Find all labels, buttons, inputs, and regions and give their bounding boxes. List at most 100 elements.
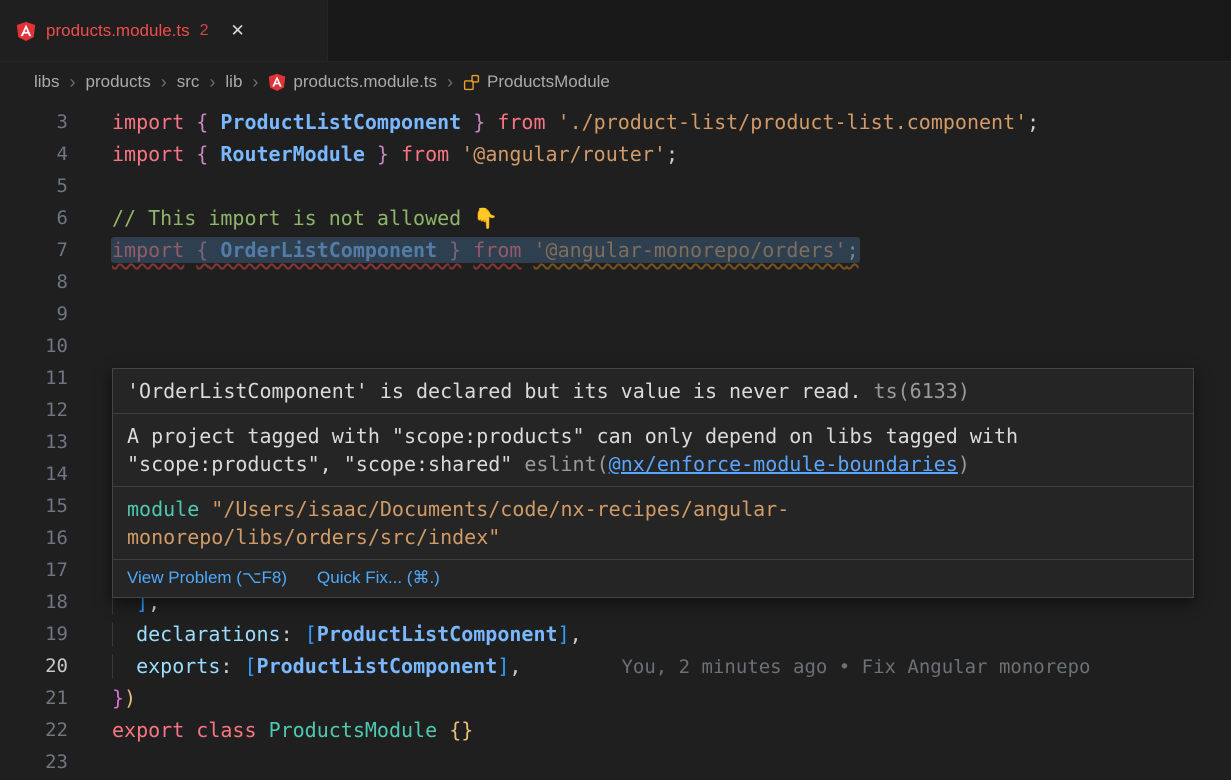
code-line[interactable]: 9	[0, 298, 1231, 330]
close-icon[interactable]: ✕	[231, 21, 245, 41]
hover-text: 'OrderListComponent' is declared but its…	[127, 379, 862, 403]
code-line[interactable]: 7import { OrderListComponent } from '@an…	[0, 234, 1231, 266]
editor[interactable]: 3import { ProductListComponent } from '.…	[0, 102, 1231, 778]
tab-products-module[interactable]: products.module.ts 2 ✕	[0, 0, 328, 61]
line-number: 13	[0, 426, 68, 458]
code-line[interactable]: 22export class ProductsModule {}	[0, 714, 1231, 746]
code-token	[437, 718, 449, 742]
code-line[interactable]: 19 declarations: [ProductListComponent],	[0, 618, 1231, 650]
line-number: 16	[0, 522, 68, 554]
hover-text: ts(6133)	[862, 379, 970, 403]
code-token	[112, 622, 136, 646]
breadcrumb-label: libs	[34, 72, 60, 92]
code-token: import	[112, 142, 184, 166]
breadcrumb-label: products	[86, 72, 151, 92]
angular-icon	[268, 73, 286, 91]
code-token: ,	[509, 654, 521, 678]
code-token	[461, 238, 473, 262]
line-number: 18	[0, 586, 68, 618]
line-number: 10	[0, 330, 68, 362]
breadcrumb-item-productsmodule[interactable]: ProductsModule	[463, 72, 610, 92]
breadcrumb-item-products[interactable]: products	[86, 72, 151, 92]
chevron-right-icon: ›	[69, 72, 77, 93]
breadcrumb-item-libs[interactable]: libs	[34, 72, 60, 92]
code-line[interactable]: 23	[0, 746, 1231, 778]
code-token	[257, 718, 269, 742]
code-token: }	[377, 142, 389, 166]
code-content	[68, 746, 112, 778]
code-content: import { RouterModule } from '@angular/r…	[68, 138, 678, 170]
code-line[interactable]: 5	[0, 170, 1231, 202]
code-token: ]	[558, 622, 570, 646]
tab-bar: products.module.ts 2 ✕	[0, 0, 1231, 62]
code-token: 👇	[473, 206, 498, 230]
chevron-right-icon: ›	[446, 72, 454, 93]
code-content	[68, 394, 112, 426]
code-token: [	[244, 654, 256, 678]
line-number: 23	[0, 746, 68, 778]
hover-section: module "/Users/isaac/Documents/code/nx-r…	[113, 487, 1193, 560]
code-content: export class ProductsModule {}	[68, 714, 473, 746]
code-token: {	[196, 238, 208, 262]
breadcrumb-label: src	[177, 72, 200, 92]
angular-icon	[16, 21, 36, 41]
hover-text: )	[958, 452, 970, 476]
code-token: ,	[570, 622, 582, 646]
code-token: ;	[847, 238, 859, 262]
line-number: 21	[0, 682, 68, 714]
code-token: ]	[497, 654, 509, 678]
code-token: ProductListComponent	[257, 654, 498, 678]
code-token: from	[473, 238, 521, 262]
code-line[interactable]: 6// This import is not allowed 👇	[0, 202, 1231, 234]
code-token	[485, 110, 497, 134]
line-number: 11	[0, 362, 68, 394]
code-token: }	[449, 238, 461, 262]
line-number: 22	[0, 714, 68, 746]
breadcrumb-item-lib[interactable]: lib	[225, 72, 242, 92]
eslint-rule-link[interactable]: @nx/enforce-module-boundaries	[609, 452, 958, 476]
code-line[interactable]: 3import { ProductListComponent } from '.…	[0, 106, 1231, 138]
line-number: 14	[0, 458, 68, 490]
breadcrumb-item-products-module-ts[interactable]: products.module.ts	[268, 72, 437, 92]
code-line[interactable]: 10	[0, 330, 1231, 362]
hover-popup: 'OrderListComponent' is declared but its…	[112, 368, 1194, 598]
code-line[interactable]: 4import { RouterModule } from '@angular/…	[0, 138, 1231, 170]
chevron-right-icon: ›	[160, 72, 168, 93]
code-line[interactable]: 21})	[0, 682, 1231, 714]
breadcrumb-item-src[interactable]: src	[177, 72, 200, 92]
code-token: '@angular-monorepo/orders'	[533, 238, 846, 262]
code-content: import { OrderListComponent } from '@ang…	[68, 234, 859, 266]
code-token: }	[112, 686, 124, 710]
code-token: )	[124, 686, 136, 710]
chevron-right-icon: ›	[208, 72, 216, 93]
breadcrumb-label: ProductsModule	[487, 72, 610, 92]
line-number: 15	[0, 490, 68, 522]
code-token: from	[497, 110, 545, 134]
line-number: 8	[0, 266, 68, 298]
hover-section: 'OrderListComponent' is declared but its…	[113, 369, 1193, 414]
code-line[interactable]: 20 exports: [ProductListComponent],You, …	[0, 650, 1231, 682]
hover-text: module	[127, 497, 211, 521]
code-token: class	[196, 718, 256, 742]
code-content: declarations: [ProductListComponent],	[68, 618, 582, 650]
code-token: './product-list/product-list.component'	[558, 110, 1028, 134]
view-problem-action[interactable]: View Problem (⌥F8)	[127, 568, 287, 588]
code-line[interactable]: 8	[0, 266, 1231, 298]
line-number: 6	[0, 202, 68, 234]
git-blame-annotation: You, 2 minutes ago • Fix Angular monorep…	[621, 656, 1090, 678]
code-content	[68, 170, 112, 202]
quick-fix-action[interactable]: Quick Fix... (⌘.)	[317, 568, 440, 588]
code-token: ;	[666, 142, 678, 166]
code-token: :	[220, 654, 244, 678]
code-token	[112, 654, 136, 678]
line-number: 17	[0, 554, 68, 586]
code-token: :	[281, 622, 305, 646]
line-number: 20	[0, 650, 68, 682]
hover-actions: View Problem (⌥F8) Quick Fix... (⌘.)	[113, 560, 1193, 597]
code-token	[449, 142, 461, 166]
tab-dirty-badge: 2	[200, 22, 209, 40]
line-number: 19	[0, 618, 68, 650]
breadcrumb: libs › products › src › lib › products.module.ts…	[0, 62, 1231, 102]
code-token: [	[305, 622, 317, 646]
line-number: 9	[0, 298, 68, 330]
